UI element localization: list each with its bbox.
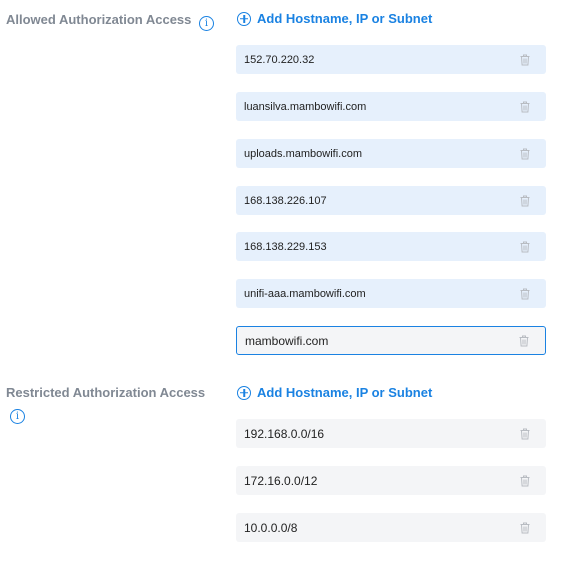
- allowed-entry[interactable]: 168.138.226.107: [236, 186, 546, 215]
- info-icon[interactable]: i: [199, 16, 215, 31]
- trash-icon[interactable]: [520, 522, 530, 534]
- add-restricted-label: Add Hostname, IP or Subnet: [257, 385, 433, 400]
- allowed-entry-text: mambowifi.com: [245, 333, 329, 348]
- trash-icon[interactable]: [520, 475, 530, 487]
- restricted-entry-text: 192.168.0.0/16: [244, 426, 325, 441]
- trash-icon[interactable]: [520, 288, 530, 300]
- allowed-access-label: Allowed Authorization Access i: [6, 12, 215, 31]
- add-restricted-button[interactable]: Add Hostname, IP or Subnet: [237, 385, 432, 400]
- allowed-entry-text: 168.138.226.107: [244, 194, 327, 207]
- restricted-entry[interactable]: 172.16.0.0/12: [236, 466, 546, 495]
- allowed-entry[interactable]: 168.138.229.153: [236, 232, 546, 261]
- restricted-entry[interactable]: 10.0.0.0/8: [236, 513, 546, 542]
- info-icon[interactable]: i: [10, 409, 25, 424]
- trash-icon[interactable]: [520, 54, 530, 66]
- trash-icon[interactable]: [520, 148, 530, 160]
- allowed-entry[interactable]: uploads.mambowifi.com: [236, 139, 546, 168]
- allowed-entry[interactable]: unifi-aaa.mambowifi.com: [236, 279, 546, 308]
- plus-circle-icon: [237, 385, 251, 400]
- plus-circle-icon: [237, 11, 251, 26]
- restricted-access-label-text: Restricted Authorization Access: [6, 385, 206, 400]
- allowed-entry-text: luansilva.mambowifi.com: [244, 100, 367, 113]
- add-allowed-button[interactable]: Add Hostname, IP or Subnet: [237, 11, 432, 26]
- allowed-entry-text: 152.70.220.32: [244, 53, 315, 66]
- allowed-entry[interactable]: 152.70.220.32: [236, 45, 546, 74]
- trash-icon[interactable]: [520, 195, 530, 207]
- allowed-entry-input[interactable]: mambowifi.com: [236, 326, 546, 355]
- trash-icon[interactable]: [520, 101, 530, 113]
- allowed-entry-text: unifi-aaa.mambowifi.com: [244, 287, 366, 300]
- restricted-entry[interactable]: 192.168.0.0/16: [236, 419, 546, 448]
- trash-icon[interactable]: [520, 241, 530, 253]
- restricted-entry-text: 10.0.0.0/8: [244, 520, 298, 535]
- trash-icon[interactable]: [520, 428, 530, 440]
- restricted-access-label: Restricted Authorization Access: [6, 385, 205, 401]
- add-allowed-label: Add Hostname, IP or Subnet: [257, 11, 433, 26]
- allowed-entry-text: 168.138.229.153: [244, 240, 327, 253]
- allowed-entry[interactable]: luansilva.mambowifi.com: [236, 92, 546, 121]
- restricted-entry-text: 172.16.0.0/12: [244, 473, 318, 488]
- trash-icon[interactable]: [519, 335, 529, 347]
- allowed-access-label-text: Allowed Authorization Access: [6, 12, 192, 27]
- allowed-entry-text: uploads.mambowifi.com: [244, 147, 362, 160]
